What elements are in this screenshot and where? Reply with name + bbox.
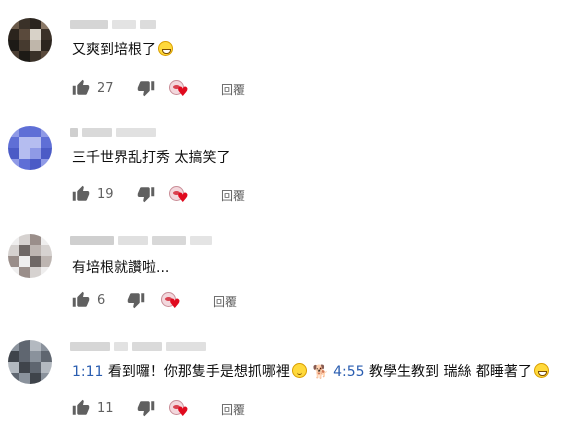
grinning-emoji-icon: [533, 363, 549, 378]
thumb-down-icon[interactable]: [137, 399, 155, 417]
thumb-down-icon[interactable]: [137, 79, 155, 97]
dog-emoji-icon: 🐕: [312, 365, 330, 380]
action-bar: 27: [72, 78, 155, 98]
grinning-emoji-icon: [158, 41, 173, 56]
comment-text: 1:11 看到囉！你那隻手是想抓哪裡 🐕 4:55 教學生教到 瑞絲 都睡著了: [72, 362, 549, 383]
avatar[interactable]: [8, 126, 52, 170]
comment-2: 三千世界乱打秀 太搞笑了 19 ♥ 回覆: [0, 110, 580, 220]
comment-text: 三千世界乱打秀 太搞笑了: [72, 150, 231, 166]
author-name-blurred[interactable]: [70, 126, 156, 138]
comment-text: 又爽到培根了: [72, 40, 173, 60]
creator-heart-icon: ♥: [169, 186, 191, 206]
winking-emoji-icon: [291, 363, 307, 378]
author-name-blurred[interactable]: [70, 18, 156, 30]
thumb-down-icon[interactable]: [127, 291, 145, 309]
reply-button[interactable]: 回覆: [221, 401, 245, 418]
thumb-up-icon[interactable]: [72, 291, 90, 309]
action-bar: 19: [72, 184, 155, 204]
thumb-up-icon[interactable]: [72, 79, 90, 97]
comment-4: 1:11 看到囉！你那隻手是想抓哪裡 🐕 4:55 教學生教到 瑞絲 都睡著了 11…: [0, 326, 580, 434]
avatar[interactable]: [8, 340, 52, 384]
creator-heart-icon: ♥: [169, 80, 191, 100]
author-name-blurred[interactable]: [70, 340, 206, 352]
like-count: 6: [97, 292, 106, 308]
avatar[interactable]: [8, 234, 52, 278]
comment-3: 有培根就讚啦... 6 ♥ 回覆: [0, 220, 580, 326]
timestamp-link[interactable]: 4:55: [333, 364, 364, 380]
comment-text: 有培根就讚啦...: [72, 260, 170, 276]
like-count: 27: [97, 80, 114, 96]
thumb-up-icon[interactable]: [72, 185, 90, 203]
creator-heart-icon: ♥: [161, 292, 183, 312]
like-count: 11: [97, 400, 114, 416]
reply-button[interactable]: 回覆: [221, 81, 245, 98]
author-name-blurred[interactable]: [70, 234, 212, 246]
comment-1: 又爽到培根了 27 ♥ 回覆: [0, 0, 580, 110]
avatar[interactable]: [8, 18, 52, 62]
action-bar: 11: [72, 398, 155, 418]
thumb-down-icon[interactable]: [137, 185, 155, 203]
thumb-up-icon[interactable]: [72, 399, 90, 417]
reply-button[interactable]: 回覆: [221, 187, 245, 204]
like-count: 19: [97, 186, 114, 202]
creator-heart-icon: ♥: [169, 400, 191, 420]
timestamp-link[interactable]: 1:11: [72, 364, 103, 380]
action-bar: 6: [72, 290, 145, 310]
reply-button[interactable]: 回覆: [213, 293, 237, 310]
